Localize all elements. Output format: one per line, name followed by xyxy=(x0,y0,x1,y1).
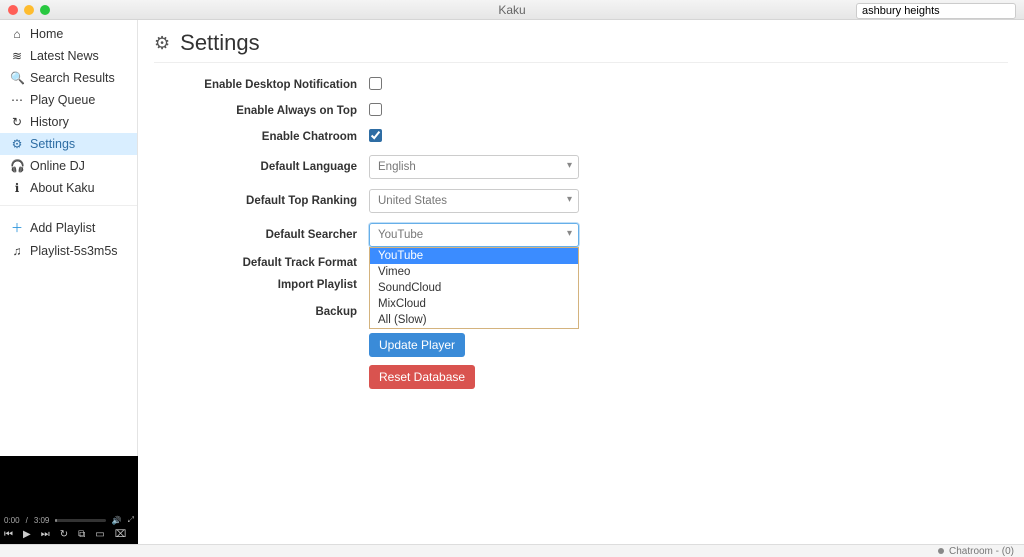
rss-icon: ≋ xyxy=(10,49,24,63)
sidebar-item-label: Search Results xyxy=(30,71,115,85)
sidebar-item-about[interactable]: ℹ About Kaku xyxy=(0,177,137,199)
prev-track-button[interactable]: ⏮ xyxy=(4,529,13,540)
headphones-icon: 🎧 xyxy=(10,159,24,173)
mini-player: 0:00 / 3:09 🔊 ⤢ ⏮ ▶ ⏭ ↻ ⧉ ▭ ⌧ xyxy=(0,456,138,544)
label-default-language: Default Language xyxy=(154,161,369,173)
queue-icon: ⋯ xyxy=(10,93,24,107)
sidebar-item-search-results[interactable]: 🔍 Search Results xyxy=(0,67,137,89)
update-player-button[interactable]: Update Player xyxy=(369,333,465,357)
history-icon: ↻ xyxy=(10,115,24,129)
sidebar-item-label: History xyxy=(30,115,69,129)
titlebar: Kaku xyxy=(0,0,1024,20)
select-default-language[interactable]: English xyxy=(369,155,579,179)
dropdown-option[interactable]: SoundCloud xyxy=(370,280,578,296)
page-title: Settings xyxy=(180,30,260,56)
add-playlist-label: Add Playlist xyxy=(30,221,95,235)
label-chatroom: Enable Chatroom xyxy=(154,131,369,143)
search-input[interactable] xyxy=(856,3,1016,19)
chatroom-status[interactable]: Chatroom - (0) xyxy=(949,546,1014,557)
main-content: ⚙ Settings Enable Desktop Notification E… xyxy=(138,20,1024,544)
sidebar-item-history[interactable]: ↻ History xyxy=(0,111,137,133)
dropdown-option[interactable]: YouTube xyxy=(370,248,578,264)
page-header: ⚙ Settings xyxy=(154,30,1008,63)
separator xyxy=(0,205,137,206)
dropdown-option[interactable]: MixCloud xyxy=(370,296,578,312)
info-icon: ℹ xyxy=(10,181,24,195)
external-icon[interactable]: ⧉ xyxy=(78,529,85,540)
select-default-top-ranking[interactable]: United States xyxy=(369,189,579,213)
player-total-time: 3:09 xyxy=(34,516,50,525)
home-icon: ⌂ xyxy=(10,27,24,41)
checkbox-desktop-notification[interactable] xyxy=(369,77,382,90)
sidebar-item-label: Latest News xyxy=(30,49,99,63)
label-default-searcher: Default Searcher xyxy=(154,229,369,241)
dropdown-default-searcher: YouTube Vimeo SoundCloud MixCloud All (S… xyxy=(369,247,579,329)
label-default-track-format: Default Track Format xyxy=(154,257,369,269)
search-icon: 🔍 xyxy=(10,71,24,85)
sidebar-item-home[interactable]: ⌂ Home xyxy=(0,23,137,45)
select-value: English xyxy=(378,161,416,173)
sidebar-item-label: About Kaku xyxy=(30,181,95,195)
playlist-item[interactable]: ♫ Playlist-5s3m5s xyxy=(0,240,137,262)
checkbox-always-on-top[interactable] xyxy=(369,103,382,116)
status-dot-icon xyxy=(938,548,944,554)
volume-icon[interactable]: 🔊 xyxy=(112,516,122,525)
sidebar-item-label: Online DJ xyxy=(30,159,85,173)
label-desktop-notification: Enable Desktop Notification xyxy=(154,79,369,91)
add-playlist-button[interactable]: ＋ Add Playlist xyxy=(0,215,137,240)
player-current-time: 0:00 xyxy=(4,516,20,525)
fullscreen-icon[interactable]: ⤢ xyxy=(128,515,134,525)
sidebar-item-label: Home xyxy=(30,27,63,41)
repeat-button[interactable]: ↻ xyxy=(60,529,68,540)
gear-icon: ⚙ xyxy=(154,33,170,54)
label-backup: Backup xyxy=(154,306,369,318)
sidebar-item-label: Play Queue xyxy=(30,93,95,107)
tv-icon[interactable]: ⌧ xyxy=(115,529,127,540)
sidebar-item-settings[interactable]: ⚙ Settings xyxy=(0,133,137,155)
label-import-playlist: Import Playlist xyxy=(154,279,369,291)
gear-icon: ⚙ xyxy=(10,137,24,151)
music-icon: ♫ xyxy=(10,244,24,258)
time-separator: / xyxy=(26,516,28,525)
sidebar-item-online-dj[interactable]: 🎧 Online DJ xyxy=(0,155,137,177)
label-always-on-top: Enable Always on Top xyxy=(154,105,369,117)
select-value: YouTube xyxy=(378,229,423,241)
sidebar-item-play-queue[interactable]: ⋯ Play Queue xyxy=(0,89,137,111)
dropdown-option[interactable]: Vimeo xyxy=(370,264,578,280)
dropdown-option[interactable]: All (Slow) xyxy=(370,312,578,328)
play-button[interactable]: ▶ xyxy=(23,529,31,540)
sidebar-item-latest-news[interactable]: ≋ Latest News xyxy=(0,45,137,67)
label-default-top-ranking: Default Top Ranking xyxy=(154,195,369,207)
checkbox-chatroom[interactable] xyxy=(369,129,382,142)
status-bar: Chatroom - (0) xyxy=(0,544,1024,557)
reset-database-button[interactable]: Reset Database xyxy=(369,365,475,389)
plus-icon: ＋ xyxy=(10,219,24,236)
global-search xyxy=(856,2,1016,19)
select-value: United States xyxy=(378,195,447,207)
select-default-searcher[interactable]: YouTube xyxy=(369,223,579,247)
sidebar-item-label: Settings xyxy=(30,137,75,151)
next-track-button[interactable]: ⏭ xyxy=(41,529,50,540)
playlist-label: Playlist-5s3m5s xyxy=(30,244,118,258)
player-progress-bar[interactable] xyxy=(55,519,105,522)
cast-icon[interactable]: ▭ xyxy=(95,529,104,540)
